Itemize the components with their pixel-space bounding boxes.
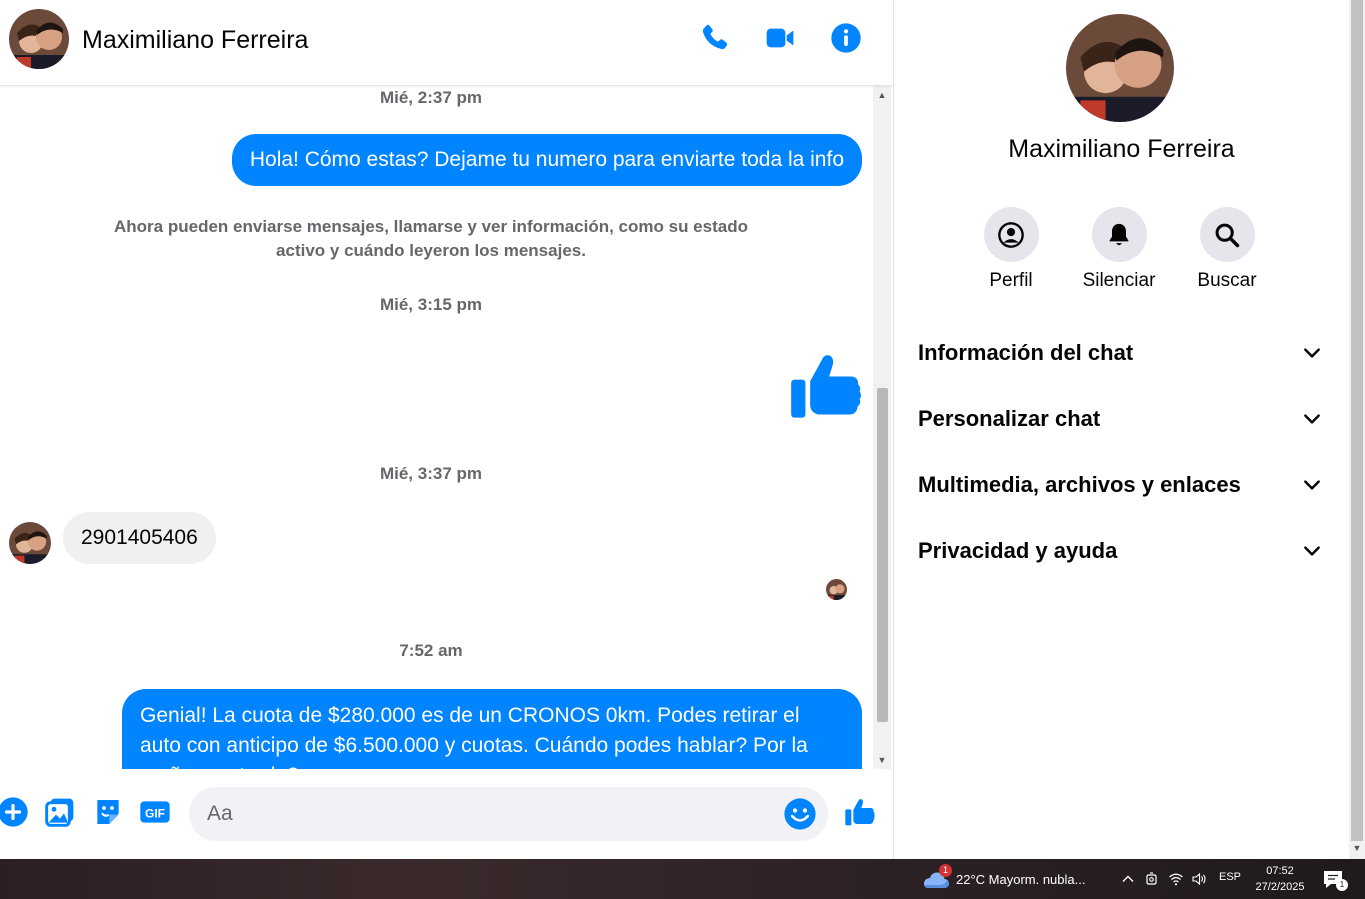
section-label: Información del chat bbox=[918, 340, 1134, 365]
message-input[interactable] bbox=[207, 787, 767, 841]
contact-avatar[interactable] bbox=[9, 9, 69, 69]
page-scrollbar-thumb[interactable] bbox=[1351, 0, 1363, 841]
incoming-message[interactable]: 2901405406 bbox=[63, 512, 216, 564]
video-call-button[interactable] bbox=[762, 20, 798, 56]
message-input-container bbox=[189, 787, 828, 841]
info-icon bbox=[831, 23, 861, 53]
system-notice: Ahora pueden enviarse mensajes, llamarse… bbox=[114, 217, 748, 260]
search-icon bbox=[1215, 223, 1240, 247]
mute-label: Silenciar bbox=[1082, 270, 1156, 291]
chat-info-button[interactable] bbox=[828, 20, 864, 56]
phone-icon bbox=[702, 24, 728, 50]
scrollbar-thumb[interactable] bbox=[877, 388, 888, 722]
section-media-files-links[interactable]: Multimedia, archivos y enlaces bbox=[918, 460, 1326, 510]
profile-button[interactable]: Perfil bbox=[966, 207, 1056, 292]
search-label: Buscar bbox=[1197, 270, 1257, 291]
message-timestamp: Mié, 2:37 pm bbox=[379, 88, 483, 107]
gif-button[interactable]: GIF bbox=[138, 795, 172, 829]
search-circle bbox=[1199, 207, 1255, 262]
video-icon bbox=[766, 28, 794, 48]
message-scrollbar[interactable]: ▲ ▼ bbox=[873, 86, 891, 769]
notification-count-badge: 1 bbox=[1336, 879, 1348, 891]
speaker-icon bbox=[1192, 872, 1206, 886]
weather-widget[interactable]: 1 22°C Mayorm. nubla... bbox=[922, 864, 1086, 891]
chevron-down-icon bbox=[1304, 414, 1320, 424]
plus-circle-icon bbox=[0, 797, 28, 827]
network-button[interactable] bbox=[1166, 869, 1186, 889]
message-timestamp: Mié, 3:37 pm bbox=[379, 464, 483, 483]
chat-header: Maximiliano Ferreira bbox=[0, 0, 893, 86]
profile-avatar[interactable] bbox=[1066, 14, 1174, 122]
mute-circle bbox=[1091, 207, 1147, 262]
sender-avatar[interactable] bbox=[9, 522, 51, 564]
attach-photo-button[interactable] bbox=[43, 795, 77, 829]
scroll-up-arrow-icon[interactable]: ▲ bbox=[873, 88, 891, 102]
meet-now-button[interactable] bbox=[1142, 869, 1162, 889]
search-button[interactable]: Buscar bbox=[1182, 207, 1272, 292]
section-label: Personalizar chat bbox=[918, 406, 1101, 431]
call-button[interactable] bbox=[696, 20, 732, 56]
contact-name[interactable]: Maximiliano Ferreira bbox=[82, 26, 308, 55]
section-customize-chat[interactable]: Personalizar chat bbox=[918, 394, 1326, 444]
more-actions-button[interactable] bbox=[0, 795, 30, 829]
profile-name: Maximiliano Ferreira bbox=[1008, 135, 1235, 163]
scroll-down-arrow-icon[interactable]: ▼ bbox=[1349, 843, 1365, 857]
page-scrollbar[interactable]: ▼ bbox=[1349, 0, 1365, 859]
message-timestamp: 7:52 am bbox=[399, 641, 463, 660]
wifi-icon bbox=[1169, 873, 1183, 886]
message-list[interactable]: Mié, 2:37 pm Hola! Cómo estas? Dejame tu… bbox=[0, 86, 873, 769]
input-language-indicator[interactable]: ESP bbox=[1219, 871, 1241, 883]
chevron-down-icon bbox=[1304, 348, 1320, 358]
chat-pane: Maximiliano Ferreira Mié, 2:37 pm Hola! … bbox=[0, 0, 893, 859]
profile-circle bbox=[983, 207, 1039, 262]
clock-time: 07:52 bbox=[1266, 865, 1294, 877]
section-label: Multimedia, archivos y enlaces bbox=[918, 472, 1241, 497]
svg-text:GIF: GIF bbox=[145, 807, 165, 821]
show-hidden-icons-button[interactable] bbox=[1118, 869, 1138, 889]
taskbar: 1 22°C Mayorm. nubla... ESP 07:52 27/2/2… bbox=[0, 859, 1365, 899]
notification-center-button[interactable]: 1 bbox=[1321, 868, 1349, 892]
section-chat-info[interactable]: Información del chat bbox=[918, 328, 1326, 378]
volume-button[interactable] bbox=[1189, 869, 1209, 889]
sticker-button[interactable] bbox=[91, 795, 125, 829]
clock[interactable]: 07:52 27/2/2025 bbox=[1250, 863, 1310, 895]
read-receipt-avatar bbox=[826, 579, 847, 600]
thumbs-up-icon bbox=[845, 799, 875, 826]
mute-button[interactable]: Silenciar bbox=[1074, 207, 1164, 292]
thumbs-up-icon bbox=[791, 355, 861, 418]
camera-icon bbox=[1146, 872, 1157, 885]
messenger-window: Maximiliano Ferreira Mié, 2:37 pm Hola! … bbox=[0, 0, 1365, 899]
thumbs-up-message[interactable] bbox=[788, 348, 864, 424]
weather-badge: 1 bbox=[939, 864, 952, 877]
outgoing-message[interactable]: Genial! La cuota de $280.000 es de un CR… bbox=[122, 689, 862, 769]
profile-icon bbox=[998, 221, 1024, 248]
chevron-down-icon bbox=[1304, 480, 1320, 490]
clock-date: 27/2/2025 bbox=[1255, 881, 1305, 893]
gif-icon: GIF bbox=[140, 801, 170, 823]
emoji-icon bbox=[784, 798, 816, 830]
message-timestamp: Mié, 3:15 pm bbox=[379, 295, 483, 314]
image-icon bbox=[45, 798, 74, 827]
section-label: Privacidad y ayuda bbox=[918, 538, 1118, 563]
weather-text: 22°C Mayorm. nubla... bbox=[956, 871, 1086, 887]
message-composer: GIF bbox=[0, 769, 893, 859]
send-like-button[interactable] bbox=[843, 795, 877, 829]
scroll-down-arrow-icon[interactable]: ▼ bbox=[873, 753, 891, 767]
section-privacy-help[interactable]: Privacidad y ayuda bbox=[918, 526, 1326, 576]
outgoing-message[interactable]: Hola! Cómo estas? Dejame tu numero para … bbox=[231, 134, 862, 186]
sticker-icon bbox=[97, 800, 119, 824]
cloud-icon: 1 bbox=[922, 864, 952, 890]
chevron-down-icon bbox=[1304, 546, 1320, 556]
bell-icon bbox=[1109, 223, 1129, 245]
emoji-button[interactable] bbox=[783, 797, 817, 831]
profile-label: Perfil bbox=[989, 270, 1033, 291]
chevron-up-icon bbox=[1122, 875, 1134, 882]
chat-info-panel: Maximiliano Ferreira Perfil Silenciar Bu… bbox=[894, 0, 1349, 859]
